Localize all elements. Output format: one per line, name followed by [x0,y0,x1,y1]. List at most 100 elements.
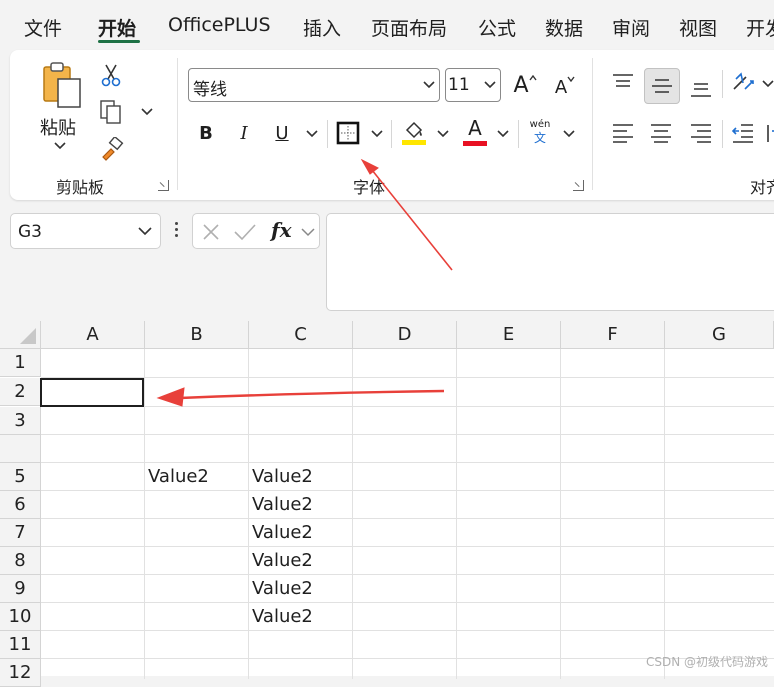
font-launcher-icon[interactable] [573,180,584,191]
formula-input[interactable] [326,213,774,311]
divider [722,70,723,98]
worksheet: A B C D E F G 1 2 3 5 6 7 8 9 10 11 12 V… [0,321,774,687]
tab-page-layout[interactable]: 页面布局 [371,14,447,41]
borders-button[interactable] [334,118,362,148]
divider [327,120,328,148]
column-header-e[interactable]: E [457,321,561,349]
align-center-icon[interactable] [646,118,676,148]
cell-c6[interactable]: Value2 [252,491,313,519]
chevron-down-icon [138,227,152,236]
fill-color-button[interactable] [399,116,429,148]
tab-developer[interactable]: 开发 [746,14,774,41]
fill-color-dropdown-chevron-icon[interactable] [437,130,449,138]
tab-formulas[interactable]: 公式 [478,14,516,41]
chevron-down-icon[interactable] [301,228,315,237]
divider [391,120,392,148]
scissors-icon[interactable] [98,62,124,88]
column-header-d[interactable]: D [353,321,457,349]
selected-cell-a2[interactable] [40,378,144,407]
tab-view[interactable]: 视图 [679,14,717,41]
borders-dropdown-chevron-icon[interactable] [371,130,383,138]
orientation-icon[interactable] [728,68,760,98]
row-header-4[interactable] [0,435,41,463]
row-header-1[interactable]: 1 [0,349,41,377]
name-box[interactable]: G3 [10,213,161,249]
ribbon: 粘贴 剪贴板 等线 11 A A B I U A wén 文 字体 对 [10,50,774,200]
bold-button[interactable]: B [192,118,220,148]
decrease-indent-icon[interactable] [728,118,758,148]
shrink-font-button[interactable]: A [550,70,580,100]
font-color-dropdown-chevron-icon[interactable] [497,130,509,138]
tab-data[interactable]: 数据 [545,14,583,41]
cell-c7[interactable]: Value2 [252,519,313,547]
paste-label[interactable]: 粘贴 [40,114,76,140]
font-group-label: 字体 [353,178,386,197]
shrink-font-glyph: A [554,76,568,98]
row-header-5[interactable]: 5 [0,463,41,491]
phonetic-top: wén [529,119,551,130]
column-header-c[interactable]: C [249,321,353,349]
tab-officeplus[interactable]: OfficePLUS [168,14,271,36]
font-color-swatch [463,141,487,146]
cell-c10[interactable]: Value2 [252,603,313,631]
menu-bar: 文件 开始 OfficePLUS 插入 页面布局 公式 数据 审阅 视图 开发 [0,0,774,48]
cell-c8[interactable]: Value2 [252,547,313,575]
tab-file[interactable]: 文件 [24,14,62,41]
alignment-group-label: 对齐 [750,178,774,197]
italic-button[interactable]: I [230,118,258,148]
row-header-6[interactable]: 6 [0,491,41,519]
underline-dropdown-chevron-icon[interactable] [306,130,318,138]
font-name-select[interactable]: 等线 [188,68,440,102]
middle-align-icon[interactable] [644,68,680,104]
underline-button[interactable]: U [268,118,296,148]
copy-icon[interactable] [96,98,126,126]
top-align-icon[interactable] [608,68,638,98]
font-size-select[interactable]: 11 [445,68,501,102]
row-header-2[interactable]: 2 [0,378,41,406]
chevron-down-icon [484,81,496,89]
enter-check-icon[interactable] [233,223,257,241]
paste-dropdown-chevron-icon[interactable] [54,142,66,150]
clipboard-group-label: 剪贴板 [56,178,105,197]
row-header-12[interactable]: 12 [0,659,41,687]
italic-glyph: I [240,122,248,144]
column-header-a[interactable]: A [41,321,145,349]
row-header-8[interactable]: 8 [0,547,41,575]
orientation-dropdown-chevron-icon[interactable] [762,80,774,88]
cell-b5[interactable]: Value2 [148,463,209,491]
tab-insert[interactable]: 插入 [303,14,341,41]
row-header-10[interactable]: 10 [0,603,41,631]
column-header-g[interactable]: G [665,321,774,349]
paste-icon[interactable] [36,60,86,112]
bottom-align-icon[interactable] [686,72,716,102]
copy-dropdown-chevron-icon[interactable] [141,108,153,116]
cell-c5[interactable]: Value2 [252,463,313,491]
watermark-text: CSDN @初级代码游戏 [645,655,768,669]
select-all-corner[interactable] [0,321,41,349]
column-header-b[interactable]: B [145,321,249,349]
divider [722,120,723,148]
cancel-icon[interactable] [202,223,220,241]
borders-icon [336,121,360,145]
cell-c9[interactable]: Value2 [252,575,313,603]
phonetic-guide-button[interactable]: wén 文 [524,116,556,148]
format-painter-icon[interactable] [98,136,126,164]
align-right-icon[interactable] [686,118,716,148]
font-color-button[interactable]: A [460,116,490,148]
grow-font-button[interactable]: A [510,70,540,100]
tab-home[interactable]: 开始 [98,14,136,41]
increase-indent-icon[interactable] [762,118,774,148]
phonetic-dropdown-chevron-icon[interactable] [563,130,575,138]
insert-function-button[interactable]: fx [271,218,292,242]
row-header-11[interactable]: 11 [0,631,41,659]
caret-up-icon [528,75,537,81]
row-header-9[interactable]: 9 [0,575,41,603]
underline-glyph: U [275,122,289,144]
row-header-3[interactable]: 3 [0,407,41,435]
more-options-icon[interactable] [175,222,179,240]
clipboard-launcher-icon[interactable] [158,180,169,191]
column-header-f[interactable]: F [561,321,665,349]
align-left-icon[interactable] [608,118,638,148]
row-header-7[interactable]: 7 [0,519,41,547]
tab-review[interactable]: 审阅 [612,14,650,41]
